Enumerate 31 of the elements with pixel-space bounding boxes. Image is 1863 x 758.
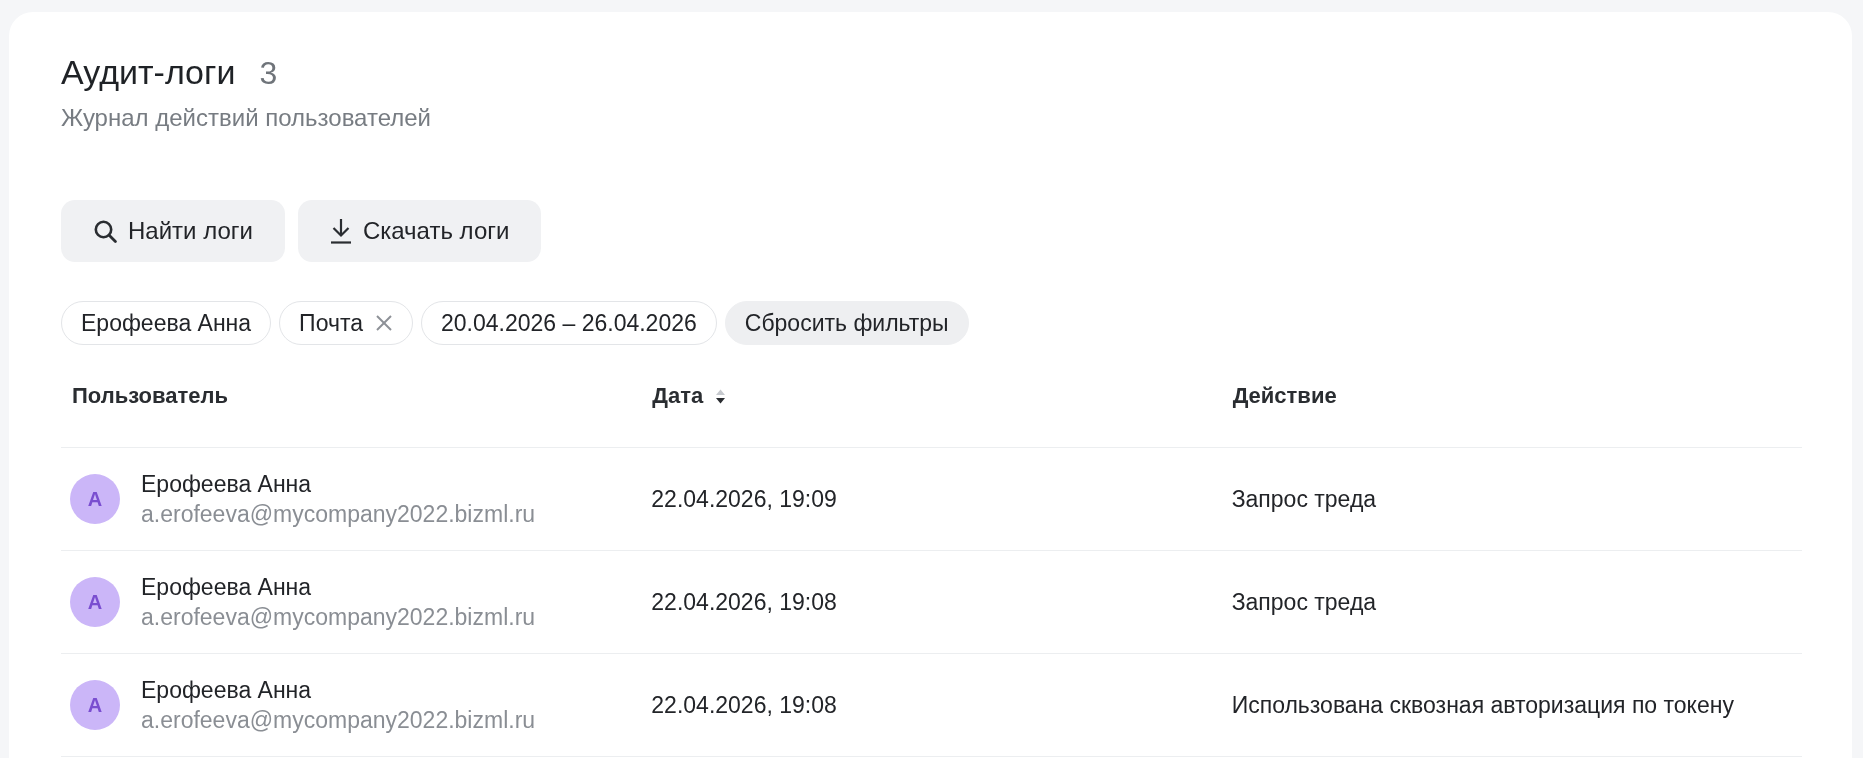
page-title: Аудит-логи (61, 52, 236, 92)
user-email: a.erofeeva@mycompany2022.bizml.ru (141, 706, 536, 735)
avatar: А (70, 577, 120, 627)
date-text: 22.04.2026, 19:09 (651, 485, 837, 512)
filter-chip[interactable]: 20.04.2026 – 26.04.2026 (421, 301, 717, 345)
avatar: А (70, 680, 120, 730)
filter-chip[interactable]: Ерофеева Анна (61, 301, 272, 345)
reset-filters-button[interactable]: Сбросить фильтры (724, 301, 969, 345)
filter-chip[interactable]: Почта (279, 301, 413, 345)
action-text: Запрос треда (1231, 485, 1377, 512)
date-text: 22.04.2026, 19:08 (651, 691, 837, 718)
search-button[interactable]: Найти логи (61, 200, 285, 262)
page-subtitle: Журнал действий пользователей (61, 103, 431, 133)
download-button[interactable]: Скачать логи (297, 200, 542, 262)
user-email: a.erofeeva@mycompany2022.bizml.ru (141, 603, 536, 632)
log-count: 3 (259, 54, 278, 93)
action-text: Использована сквозная авторизация по токену (1231, 691, 1734, 718)
user-name: Ерофеева Анна (141, 573, 313, 602)
column-header: Пользователь (72, 383, 228, 409)
date-text: 22.04.2026, 19:08 (651, 588, 837, 615)
user-email: a.erofeeva@mycompany2022.bizml.ru (141, 500, 536, 529)
user-name: Ерофеева Анна (141, 676, 313, 705)
search-icon (93, 219, 117, 243)
column-header[interactable]: Дата (652, 383, 704, 409)
sort-icon[interactable] (715, 387, 727, 405)
close-icon[interactable] (375, 314, 393, 332)
action-text: Запрос треда (1231, 588, 1377, 615)
download-icon (329, 218, 352, 244)
column-header: Действие (1232, 383, 1337, 409)
avatar: А (70, 474, 120, 524)
user-name: Ерофеева Анна (141, 470, 313, 499)
